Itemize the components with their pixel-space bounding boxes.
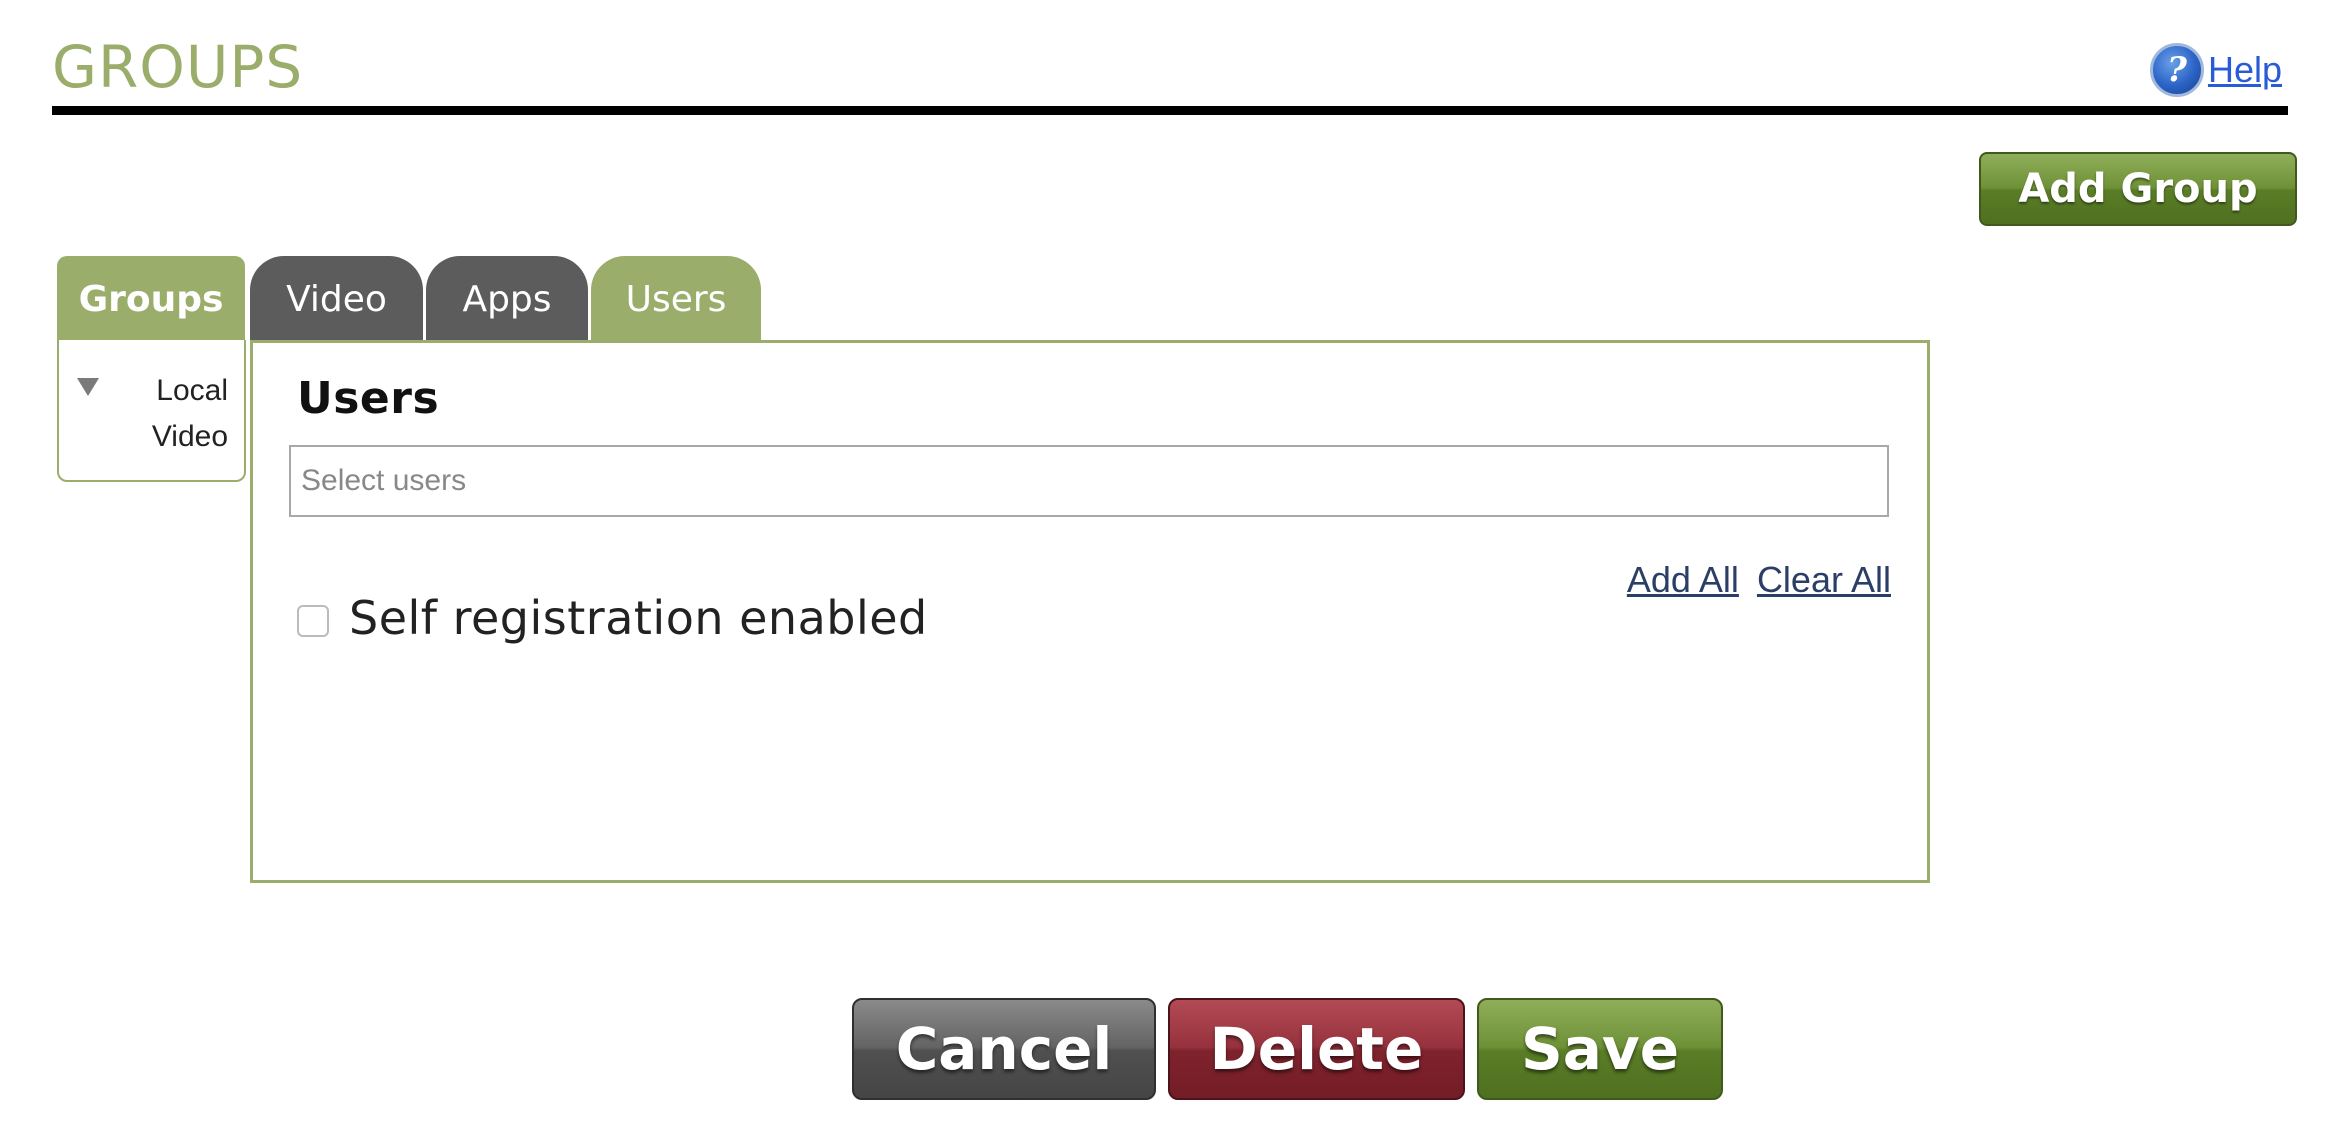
help-question-icon[interactable]: ?	[2149, 43, 2204, 97]
self-registration-checkbox[interactable]	[297, 605, 329, 637]
add-all-link[interactable]: Add All	[1627, 559, 1739, 600]
save-button[interactable]: Save	[1477, 998, 1723, 1100]
cancel-button[interactable]: Cancel	[852, 998, 1156, 1100]
help-link-group[interactable]: ? Help	[2149, 42, 2282, 98]
groups-tree: Local Video	[57, 340, 246, 482]
header-divider	[52, 106, 2288, 115]
clear-all-link[interactable]: Clear All	[1757, 559, 1891, 600]
delete-button[interactable]: Delete	[1168, 998, 1465, 1100]
users-links: Add All Clear All	[1619, 559, 1891, 601]
tab-users[interactable]: Users	[591, 256, 761, 342]
self-registration-row: Self registration enabled	[297, 591, 928, 645]
add-group-button[interactable]: Add Group	[1979, 152, 2297, 226]
tab-video[interactable]: Video	[250, 256, 423, 342]
tree-item-local-video[interactable]: Local Video	[108, 368, 228, 460]
select-users-input[interactable]	[289, 445, 1889, 517]
groups-sidebar-header: Groups	[57, 256, 245, 342]
self-registration-label: Self registration enabled	[349, 591, 928, 645]
page-title: GROUPS	[52, 33, 304, 101]
panel-title: Users	[297, 373, 440, 424]
users-panel: Users Add All Clear All Self registratio…	[250, 340, 1930, 883]
help-link[interactable]: Help	[2208, 49, 2282, 91]
tree-item-label: Local Video	[151, 374, 228, 453]
tab-apps[interactable]: Apps	[426, 256, 588, 342]
expand-triangle-icon[interactable]	[77, 378, 99, 396]
